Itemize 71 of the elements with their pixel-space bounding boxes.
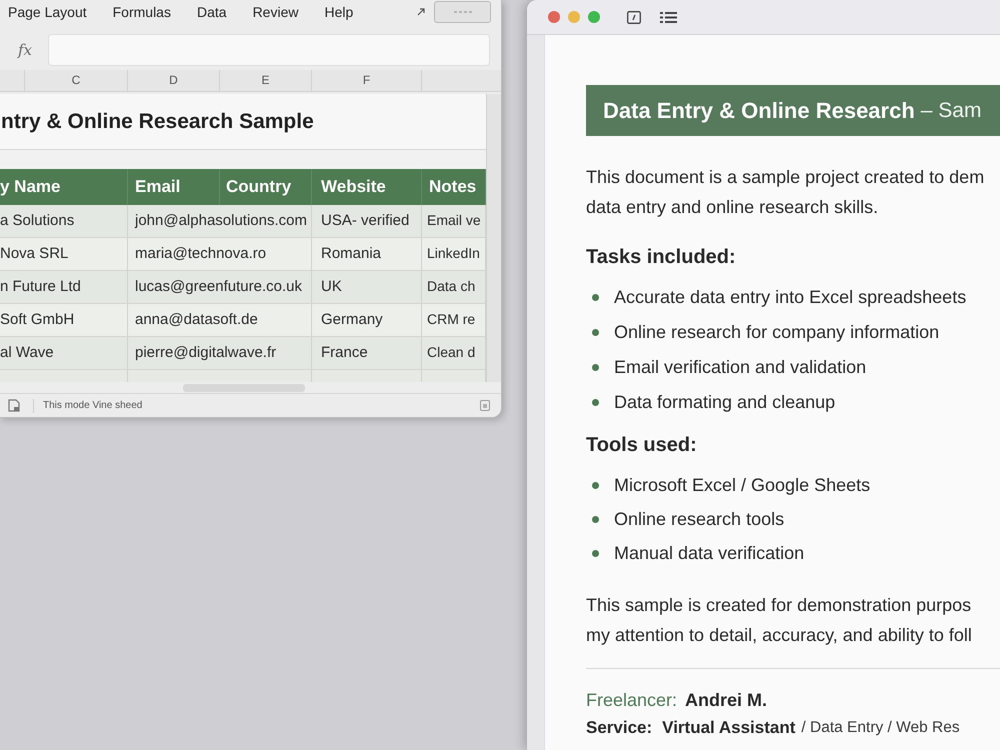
- table-cell: Germany: [312, 304, 422, 336]
- table-cell: john@alphasolutions.com: [128, 204, 312, 237]
- freelancer-label: Freelancer:: [586, 688, 678, 712]
- vertical-scrollbar[interactable]: [486, 94, 501, 382]
- list-item-text: Email verification and validation: [614, 356, 866, 379]
- section-heading: Tasks included:: [586, 245, 737, 270]
- bullet-icon: [592, 294, 599, 301]
- bullet-icon: [592, 516, 599, 522]
- sheet-title: ntry & Online Research Sample: [0, 108, 314, 135]
- service-details: / Data Entry / Web Res: [801, 718, 960, 738]
- function-label: fx: [18, 40, 34, 59]
- table-cell: Soft GmbH: [0, 304, 128, 336]
- table-cell: UK: [312, 270, 422, 303]
- list-item-text: Data formating and cleanup: [614, 391, 836, 414]
- bullet-icon: [592, 550, 599, 556]
- table-cell: maria@technova.ro: [128, 238, 312, 270]
- bullet-icon: [592, 482, 599, 488]
- table-cell: a Solutions: [0, 204, 128, 237]
- column-header: y Name: [0, 168, 128, 205]
- ribbon-tab[interactable]: Data: [196, 2, 227, 21]
- ribbon-tab[interactable]: Review: [252, 2, 298, 21]
- table-cell: pierre@digitalwave.fr: [128, 336, 312, 369]
- toolbar-button[interactable]: [434, 0, 491, 23]
- table-cell: anna@datasoft.de: [128, 304, 312, 336]
- column-header: Email: [128, 168, 220, 205]
- table-cell: Nova SRL: [0, 238, 128, 270]
- column-header[interactable]: C: [25, 70, 128, 91]
- scrollbar-thumb[interactable]: [183, 384, 305, 392]
- table-cell: USA- verified: [312, 204, 422, 237]
- list-item-text: Online research tools: [614, 508, 784, 530]
- close-icon[interactable]: [548, 11, 560, 23]
- table-cell: al Wave: [0, 336, 128, 369]
- closing-paragraph: This sample is created for demonstration purpos my attention to detail, accuracy, and ability to foll: [586, 594, 973, 647]
- section-heading: Tools used:: [586, 433, 698, 458]
- column-header: Notes: [422, 168, 486, 205]
- diagonal-arrow-icon[interactable]: [417, 8, 425, 16]
- column-header[interactable]: E: [220, 70, 312, 91]
- column-header[interactable]: F: [312, 70, 422, 91]
- edit-icon[interactable]: [627, 10, 641, 24]
- bullet-icon: [592, 364, 599, 371]
- list-item-text: Manual data verification: [614, 542, 804, 564]
- ribbon-tab[interactable]: Help: [324, 2, 354, 21]
- document-title: Data Entry & Online Research: [603, 97, 915, 125]
- bullet-icon: [592, 329, 599, 336]
- ribbon-tab[interactable]: Page Layout: [8, 2, 87, 21]
- minimize-icon[interactable]: [568, 11, 580, 23]
- list-item-text: Microsoft Excel / Google Sheets: [614, 474, 870, 497]
- table-cell: Romania: [312, 238, 422, 270]
- status-text: This mode Vine sheed: [43, 399, 142, 414]
- page-icon[interactable]: [8, 399, 20, 412]
- service-label: Service:: [586, 717, 652, 740]
- service-name: Virtual Assistant: [662, 717, 796, 740]
- list-icon[interactable]: [660, 12, 677, 22]
- table-cell: lucas@greenfuture.co.uk: [128, 270, 312, 303]
- list-item-text: Online research for company information: [614, 321, 940, 344]
- intro-paragraph: This document is a sample project created to dem data entry and online research skills.: [586, 166, 986, 219]
- list-item-text: Accurate data entry into Excel spreadsheets: [614, 286, 966, 309]
- document-subtitle: – Sam: [920, 98, 982, 124]
- column-header: Country: [220, 168, 312, 205]
- dots-icon: [454, 10, 472, 13]
- column-header: Website: [312, 168, 422, 205]
- table-cell: n Future Ltd: [0, 270, 128, 303]
- bullet-icon: [592, 399, 599, 406]
- horizontal-scrollbar[interactable]: [0, 382, 501, 394]
- page-view-icon[interactable]: [480, 400, 490, 412]
- zoom-icon[interactable]: [588, 11, 600, 23]
- formula-input[interactable]: [48, 34, 490, 66]
- column-header[interactable]: D: [128, 70, 220, 91]
- freelancer-name: Andrei M.: [685, 688, 768, 712]
- ribbon-tab[interactable]: Formulas: [112, 2, 171, 21]
- table-cell: France: [312, 336, 422, 369]
